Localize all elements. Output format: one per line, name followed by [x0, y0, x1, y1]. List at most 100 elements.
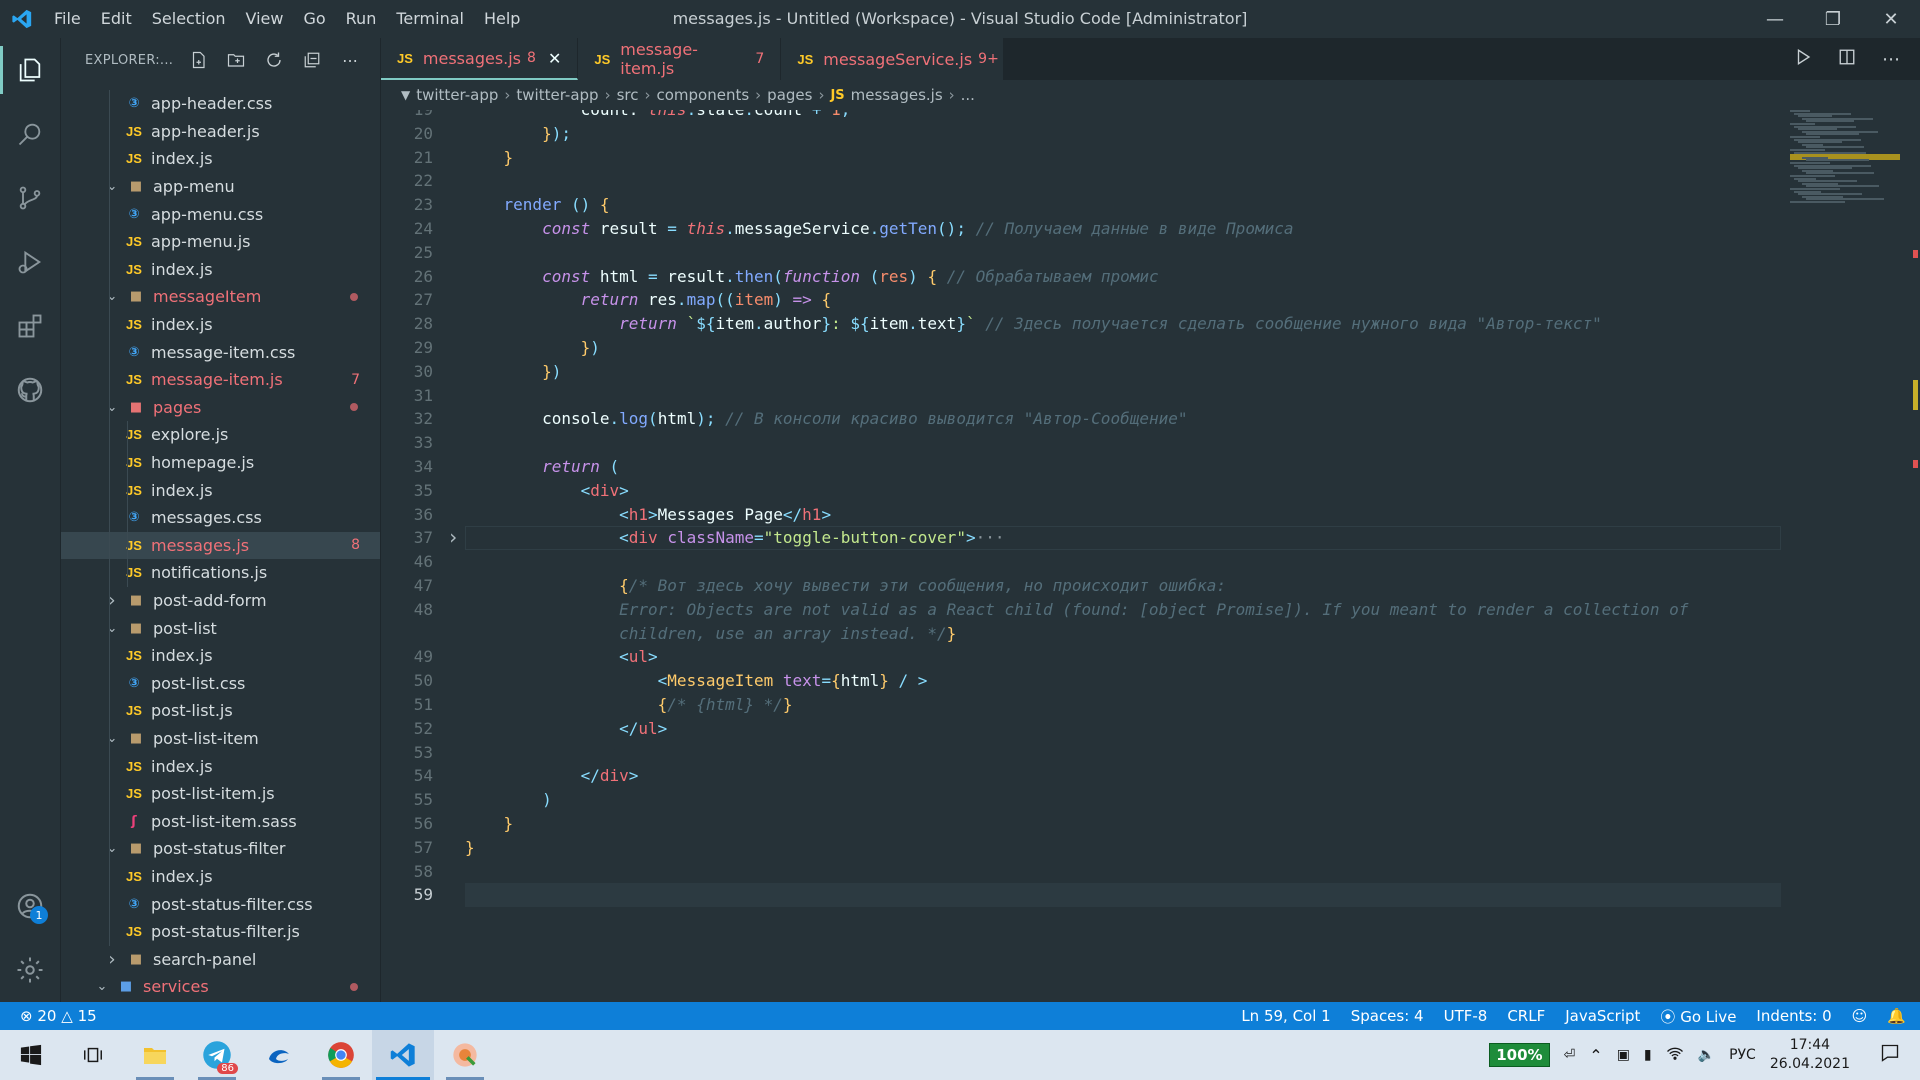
chevron-down-icon[interactable]: ⌄	[105, 400, 119, 415]
breadcrumb-item[interactable]: components	[656, 86, 749, 104]
chevron-down-icon[interactable]: ⌄	[105, 289, 119, 304]
code-line[interactable]: 20 });	[381, 122, 1920, 146]
run-file-icon[interactable]	[1794, 48, 1812, 71]
breadcrumb-item[interactable]: pages	[767, 86, 812, 104]
code-line[interactable]: 55 )	[381, 788, 1920, 812]
restore-button[interactable]: ❐	[1804, 0, 1862, 38]
file-explorer-icon[interactable]	[124, 1030, 186, 1080]
chevron-down-icon[interactable]: ⌄	[105, 841, 119, 856]
clock[interactable]: 17:44 26.04.2021	[1770, 1036, 1850, 1074]
battery-icon[interactable]: ▮	[1644, 1047, 1652, 1063]
code-line[interactable]: 19 count: this.state.count + 1,	[381, 110, 1920, 122]
chevron-down-icon[interactable]: ⌄	[105, 731, 119, 746]
code-line[interactable]: 48 Error: Objects are not valid as a Rea…	[381, 598, 1920, 622]
code-line[interactable]: 51 {/* {html} */}	[381, 693, 1920, 717]
editor-more-icon[interactable]: ⋯	[1882, 49, 1900, 70]
accounts-icon[interactable]: 1	[0, 874, 60, 938]
code-line[interactable]: 58	[381, 860, 1920, 884]
tab-message-item-js[interactable]: JS message-item.js 7	[578, 38, 782, 80]
breadcrumb-item[interactable]: ...	[961, 86, 975, 104]
code-line[interactable]: 34 return (	[381, 455, 1920, 479]
chevron-down-icon[interactable]: ⌄	[105, 621, 119, 636]
menu-file[interactable]: File	[44, 0, 91, 38]
code-line[interactable]: 29 })	[381, 336, 1920, 360]
code-line[interactable]: 26 const html = result.then(function (re…	[381, 265, 1920, 289]
code-line[interactable]: 56 }	[381, 812, 1920, 836]
chevron-right-icon[interactable]: ›	[105, 949, 119, 970]
language-mode[interactable]: JavaScript	[1565, 1007, 1640, 1025]
github-icon[interactable]	[0, 358, 60, 422]
code-line[interactable]: 36 <h1>Messages Page</h1>	[381, 503, 1920, 527]
code-line[interactable]: 30 })	[381, 360, 1920, 384]
code-line[interactable]: 59	[381, 883, 1920, 908]
task-view-icon[interactable]	[62, 1030, 124, 1080]
menu-edit[interactable]: Edit	[91, 0, 142, 38]
breadcrumb-item[interactable]: src	[617, 86, 639, 104]
edge-icon[interactable]	[248, 1030, 310, 1080]
chevron-right-icon[interactable]: ›	[105, 590, 119, 611]
tree-folder[interactable]: ⌄ ■ services	[61, 973, 380, 1001]
usb-icon[interactable]: ⏎	[1564, 1047, 1576, 1063]
chevron-down-icon[interactable]: ⌄	[95, 979, 109, 994]
tree-folder[interactable]: › ■ search-panel	[61, 945, 380, 973]
explorer-icon[interactable]	[0, 38, 60, 102]
go-live-button[interactable]: ⦿ Go Live	[1660, 1006, 1736, 1027]
code-line[interactable]: 24 const result = this.messageService.ge…	[381, 217, 1920, 241]
source-control-icon[interactable]	[0, 166, 60, 230]
problems-indicator[interactable]: ⊗ 20 △ 15	[20, 1007, 97, 1025]
code-line[interactable]: 21 }	[381, 146, 1920, 170]
code-line[interactable]: 22	[381, 169, 1920, 193]
tab-message-service-js[interactable]: JS messageService.js 9+	[781, 38, 1005, 80]
menu-view[interactable]: View	[236, 0, 294, 38]
code-line[interactable]: 27 return res.map((item) => {	[381, 288, 1920, 312]
collapse-all-icon[interactable]	[301, 49, 323, 71]
close-tab-icon[interactable]: ✕	[548, 49, 561, 68]
code-line[interactable]: 35 <div>	[381, 479, 1920, 503]
notifications-bell-icon[interactable]: 🔔	[1887, 1007, 1906, 1025]
code-line[interactable]: 23 render () {	[381, 193, 1920, 217]
extensions-icon[interactable]	[0, 294, 60, 358]
file-encoding[interactable]: UTF-8	[1444, 1007, 1488, 1025]
settings-gear-icon[interactable]	[0, 938, 60, 1002]
chrome-icon[interactable]	[310, 1030, 372, 1080]
menu-run[interactable]: Run	[336, 0, 387, 38]
code-line[interactable]: 28 return `${item.author}: ${item.text}`…	[381, 312, 1920, 336]
chevron-down-icon[interactable]: ⌄	[105, 179, 119, 194]
keyboard-language[interactable]: РУС	[1729, 1047, 1756, 1063]
volume-icon[interactable]: 🔈	[1698, 1047, 1715, 1063]
code-line[interactable]: 33	[381, 431, 1920, 455]
wifi-icon[interactable]	[1666, 1045, 1684, 1065]
code-line[interactable]: 50 <MessageItem text={html} / >	[381, 669, 1920, 693]
more-actions-icon[interactable]: ⋯	[339, 49, 361, 71]
code-line[interactable]: 31	[381, 384, 1920, 408]
meet-now-icon[interactable]: ▣	[1617, 1047, 1630, 1063]
vscode-taskbar-icon[interactable]	[372, 1030, 434, 1080]
menu-go[interactable]: Go	[293, 0, 335, 38]
run-debug-icon[interactable]	[0, 230, 60, 294]
menu-selection[interactable]: Selection	[142, 0, 236, 38]
telegram-icon[interactable]: 86	[186, 1030, 248, 1080]
code-line[interactable]: 49 <ul>	[381, 645, 1920, 669]
code-line[interactable]: 37 › <div className="toggle-button-cover"…	[381, 526, 1920, 551]
code-line[interactable]: 47 {/* Вот здесь хочу вывести эти сообще…	[381, 574, 1920, 598]
breadcrumb-item[interactable]: messages.js	[851, 86, 943, 104]
battery-percentage[interactable]: 100%	[1489, 1043, 1550, 1067]
new-file-icon[interactable]	[187, 49, 209, 71]
close-window-button[interactable]: ✕	[1862, 0, 1920, 38]
end-of-line[interactable]: CRLF	[1507, 1007, 1545, 1025]
feedback-icon[interactable]: ☺	[1852, 1007, 1868, 1025]
code-line[interactable]: 54 </div>	[381, 764, 1920, 788]
fold-chevron-icon[interactable]: ›	[447, 526, 459, 550]
breadcrumb-item[interactable]: twitter-app	[416, 86, 498, 104]
breadcrumb-item[interactable]: twitter-app	[516, 86, 598, 104]
code-line[interactable]: 46	[381, 550, 1920, 574]
tray-expand-icon[interactable]: ⌃	[1589, 1046, 1602, 1065]
code-line[interactable]: 53	[381, 741, 1920, 765]
code-line[interactable]: children, use an array instead. */}	[381, 622, 1920, 646]
cursor-position[interactable]: Ln 59, Col 1	[1241, 1007, 1330, 1025]
windows-start-icon[interactable]	[0, 1030, 62, 1080]
new-folder-icon[interactable]	[225, 49, 247, 71]
app-taskbar-icon[interactable]	[434, 1030, 496, 1080]
refresh-icon[interactable]	[263, 49, 285, 71]
indentation-spaces[interactable]: Spaces: 4	[1351, 1007, 1424, 1025]
